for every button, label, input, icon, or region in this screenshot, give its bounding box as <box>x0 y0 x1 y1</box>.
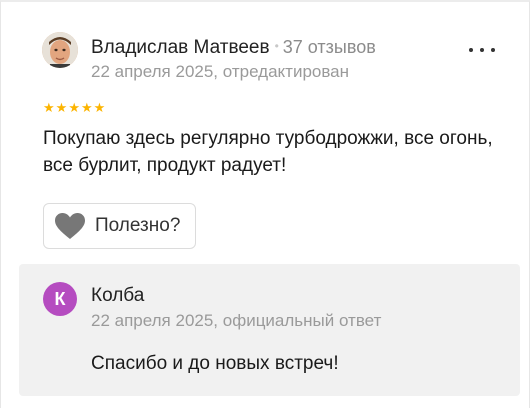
star-icon: ★ <box>93 100 106 115</box>
reply-author-name: Колба <box>91 285 145 306</box>
star-icon: ★ <box>80 100 93 115</box>
review-date: 22 апреля 2025, отредактирован <box>91 62 350 81</box>
star-icon: ★ <box>43 100 55 115</box>
more-dots-icon[interactable] <box>469 40 495 60</box>
separator-dot: • <box>274 39 279 53</box>
review-count[interactable]: 37 отзывов <box>283 37 376 57</box>
helpful-label: Полезно? <box>95 215 181 236</box>
review-text: Покупаю здесь регулярно турбодрожжи, все… <box>43 128 493 176</box>
author-name[interactable]: Владислав Матвеев <box>91 37 270 58</box>
author-line: Владислав Матвеев • 37 отзывов <box>91 36 376 60</box>
heart-icon <box>55 213 85 239</box>
author-avatar[interactable] <box>42 32 78 68</box>
reply-date: 22 апреля 2025, официальный ответ <box>91 311 382 330</box>
review-card: Владислав Матвеев • 37 отзывов 22 апреля 2… <box>0 0 530 408</box>
reply-avatar: К <box>43 282 77 316</box>
owner-reply: К Колба 22 апреля 2025, официальный отве… <box>19 264 520 396</box>
star-icon: ★ <box>55 100 68 115</box>
reply-text: Спасибо и до новых встреч! <box>91 353 339 374</box>
star-icon: ★ <box>68 100 80 115</box>
rating-stars: ★ ★ ★ ★ ★ <box>43 101 105 115</box>
helpful-button[interactable]: Полезно? <box>43 203 196 249</box>
